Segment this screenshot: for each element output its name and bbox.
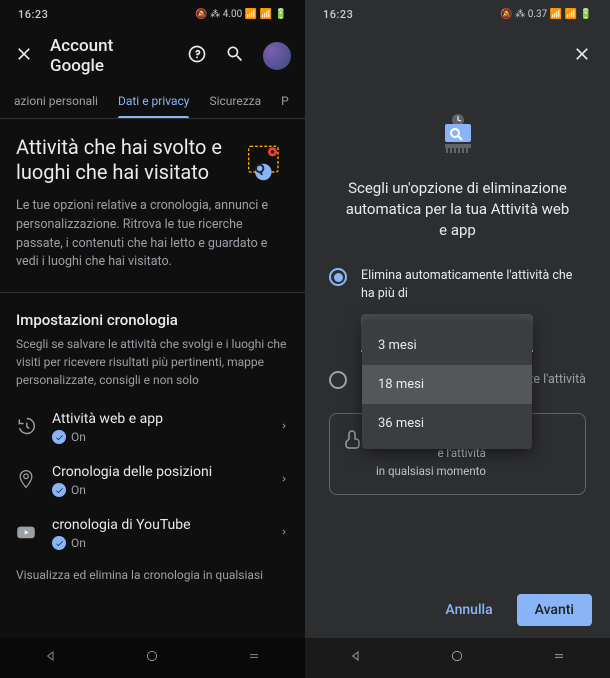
row-status: On	[52, 483, 263, 497]
tab-personal[interactable]: azioni personali	[4, 84, 108, 118]
radio-button-unchecked-icon[interactable]	[329, 371, 347, 389]
avatar[interactable]	[263, 42, 291, 70]
activity-places-icon	[245, 139, 289, 183]
row-status: On	[52, 430, 263, 444]
check-icon	[52, 536, 66, 550]
nav-recent-icon[interactable]	[551, 648, 567, 668]
status-time: 16:23	[323, 8, 353, 21]
footer-link[interactable]: Visualizza ed elimina la cronologia in q…	[0, 560, 305, 590]
status-bar: 16:23 🔕 ⁂ 4.00 📶 📶 🔋	[0, 0, 305, 28]
row-title: Attività web e app	[52, 411, 263, 427]
auto-delete-illustration-icon	[329, 112, 586, 162]
app-bar: Account Google	[0, 28, 305, 84]
status-indicators: 🔕 ⁂ 0.37 📶 📶 🔋	[500, 9, 592, 20]
duration-dropdown: 3 mesi 18 mesi 36 mesi	[362, 320, 532, 449]
chevron-right-icon	[279, 524, 289, 543]
system-navbar	[305, 638, 610, 678]
cancel-button[interactable]: Annulla	[431, 594, 506, 626]
hero-title: Attività che hai svolto e luoghi che hai…	[16, 135, 235, 185]
status-indicators: 🔕 ⁂ 4.00 📶 📶 🔋	[195, 9, 287, 20]
status-bar: 16:23 🔕 ⁂ 0.37 📶 📶 🔋	[305, 0, 610, 28]
location-icon	[16, 469, 36, 493]
hero-section: Attività che hai svolto e luoghi che hai…	[0, 119, 305, 193]
row-title: Cronologia delle posizioni	[52, 464, 263, 480]
check-icon	[52, 430, 66, 444]
close-icon[interactable]	[572, 44, 592, 68]
system-navbar	[0, 638, 305, 678]
radio-auto-delete[interactable]: Elimina automaticamente l'attività che h…	[329, 263, 586, 314]
check-icon	[52, 483, 66, 497]
touch-icon	[340, 428, 364, 452]
row-location-history[interactable]: Cronologia delle posizioni On	[0, 454, 305, 507]
tab-security[interactable]: Sicurezza	[199, 84, 271, 118]
nav-recent-icon[interactable]	[246, 648, 262, 668]
nav-home-icon[interactable]	[449, 648, 465, 668]
row-title: cronologia di YouTube	[52, 517, 263, 533]
auto-delete-dialog-screen: 16:23 🔕 ⁂ 0.37 📶 📶 🔋 Scegli un'opzione d…	[305, 0, 610, 678]
radio-label: Elimina automaticamente l'attività che h…	[361, 267, 586, 302]
dropdown-option-3[interactable]: 3 mesi	[362, 326, 532, 365]
status-time: 16:23	[18, 8, 48, 21]
row-status: On	[52, 536, 263, 550]
next-button[interactable]: Avanti	[517, 594, 592, 626]
radio-button-checked-icon[interactable]	[329, 268, 347, 286]
chevron-right-icon	[279, 418, 289, 437]
row-youtube-history[interactable]: cronologia di YouTube On	[0, 507, 305, 560]
dropdown-option-36[interactable]: 36 mesi	[362, 404, 532, 443]
search-icon[interactable]	[225, 44, 245, 68]
modal-title: Scegli un'opzione di eliminazione automa…	[329, 178, 586, 263]
nav-home-icon[interactable]	[144, 648, 160, 668]
close-icon[interactable]	[14, 44, 34, 68]
tab-bar: azioni personali Dati e privacy Sicurezz…	[0, 84, 305, 119]
nav-back-icon[interactable]	[43, 648, 59, 668]
dropdown-option-18[interactable]: 18 mesi	[362, 365, 532, 404]
chevron-right-icon	[279, 471, 289, 490]
tab-data-privacy[interactable]: Dati e privacy	[108, 84, 200, 118]
history-section-sub: Scegli se salvare le attività che svolgi…	[0, 335, 305, 401]
help-icon[interactable]	[187, 44, 207, 68]
row-web-app-activity[interactable]: Attività web e app On	[0, 401, 305, 454]
history-section-title: Impostazioni cronologia	[0, 293, 305, 335]
app-title: Account Google	[50, 36, 171, 76]
youtube-icon	[16, 522, 36, 546]
history-icon	[16, 416, 36, 440]
action-bar: Annulla Avanti	[431, 594, 592, 626]
nav-back-icon[interactable]	[348, 648, 364, 668]
hero-subtext: Le tue opzioni relative a cronologia, an…	[0, 193, 305, 292]
settings-screen: 16:23 🔕 ⁂ 4.00 📶 📶 🔋 Account Google azio…	[0, 0, 305, 678]
tab-more[interactable]: P	[271, 84, 299, 118]
